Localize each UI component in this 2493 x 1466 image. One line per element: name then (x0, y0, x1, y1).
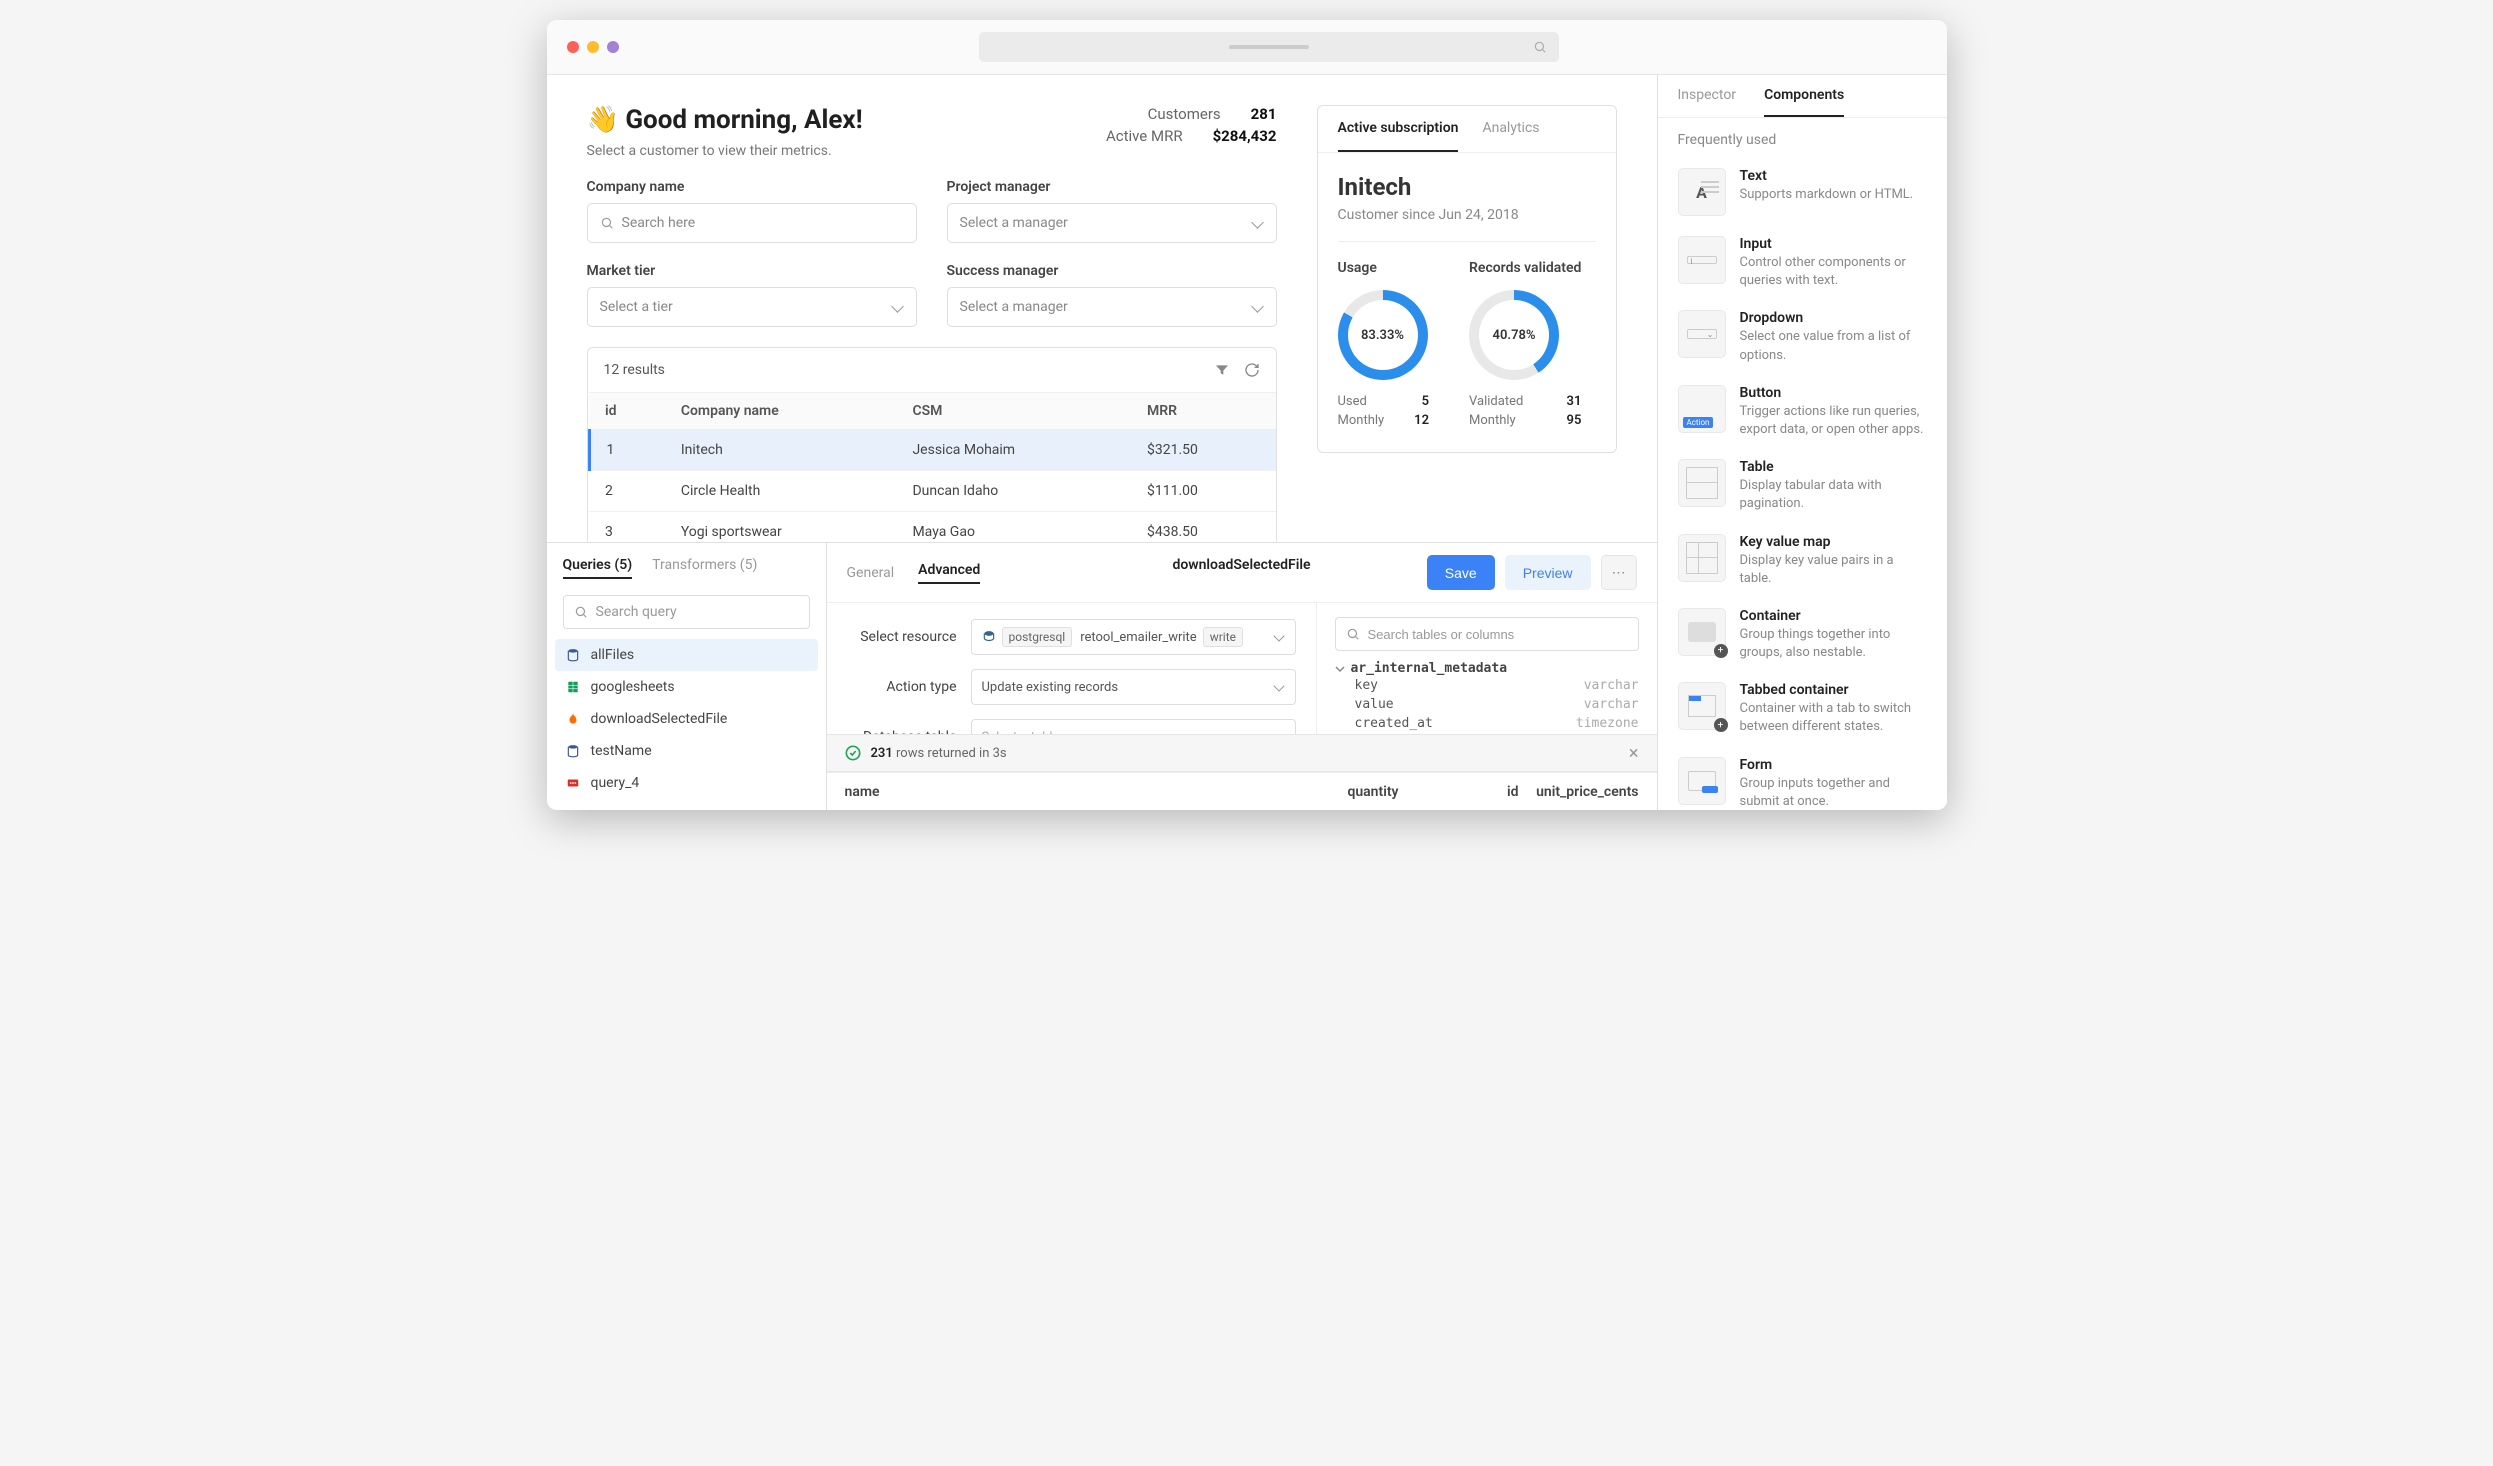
save-button[interactable]: Save (1427, 555, 1495, 590)
summary-stats: Customers281 Active MRR$284,432 (1106, 105, 1277, 149)
maximize-icon[interactable] (607, 41, 619, 53)
company-label: Company name (587, 179, 917, 195)
chevron-down-icon (1335, 664, 1345, 674)
search-icon (574, 605, 588, 619)
refresh-icon[interactable] (1244, 362, 1260, 378)
component-thumb (1678, 534, 1726, 582)
customer-since: Customer since Jun 24, 2018 (1338, 207, 1596, 242)
customer-detail-card: Active subscription Analytics Initech Cu… (1317, 105, 1617, 453)
page-title: 👋 Good morning, Alex! (587, 105, 863, 135)
usage-chart: 83.33% (1338, 290, 1428, 380)
component-thumb: Action (1678, 385, 1726, 433)
query-item-downloadSelectedFile[interactable]: downloadSelectedFile (555, 703, 818, 735)
query-item-allFiles[interactable]: allFiles (555, 639, 818, 671)
component-button[interactable]: ActionButtonTrigger actions like run que… (1678, 375, 1927, 449)
queries-panel: Queries (5) Transformers (5) Search quer… (547, 543, 827, 810)
component-input[interactable]: IInputControl other components or querie… (1678, 226, 1927, 300)
action-type-select[interactable]: Update existing records (971, 669, 1296, 705)
component-thumb (1678, 757, 1726, 805)
fire-icon (565, 711, 581, 727)
component-table[interactable]: TableDisplay tabular data with paginatio… (1678, 449, 1927, 523)
tab-analytics[interactable]: Analytics (1482, 106, 1539, 152)
tab-transformers[interactable]: Transformers (5) (652, 557, 757, 579)
tier-label: Market tier (587, 263, 917, 279)
pm-label: Project manager (947, 179, 1277, 195)
page-subtitle: Select a customer to view their metrics. (587, 143, 863, 159)
titlebar (547, 20, 1947, 75)
component-container[interactable]: +ContainerGroup things together into gro… (1678, 598, 1927, 672)
schema-column[interactable]: valuevarchar (1335, 695, 1639, 714)
window-controls (567, 41, 619, 53)
schema-column[interactable]: created_attimezone (1335, 714, 1639, 733)
minimize-icon[interactable] (587, 41, 599, 53)
component-thumb (1678, 459, 1726, 507)
filter-icon[interactable] (1214, 362, 1230, 378)
db-icon (565, 743, 581, 759)
tab-queries[interactable]: Queries (5) (563, 557, 633, 579)
company-search-input[interactable]: Search here (587, 203, 917, 243)
customer-name: Initech (1338, 173, 1596, 201)
component-tabbed-container[interactable]: +Tabbed containerContainer with a tab to… (1678, 672, 1927, 746)
query-item-query_4[interactable]: query_4 (555, 767, 818, 799)
component-text[interactable]: ATextSupports markdown or HTML. (1678, 158, 1927, 226)
db-icon (565, 647, 581, 663)
component-form[interactable]: FormGroup inputs together and submit at … (1678, 747, 1927, 810)
records-chart: 40.78% (1469, 290, 1559, 380)
customers-table: id Company name CSM MRR 1InitechJessica … (588, 392, 1276, 542)
tab-advanced[interactable]: Advanced (918, 562, 980, 584)
tab-active-subscription[interactable]: Active subscription (1338, 106, 1459, 152)
tab-components[interactable]: Components (1764, 87, 1844, 117)
schema-search-input[interactable]: Search tables or columns (1335, 617, 1639, 651)
table-row[interactable]: 2Circle HealthDuncan Idaho$111.00 (589, 471, 1276, 512)
query-item-googlesheets[interactable]: googlesheets (555, 671, 818, 703)
app-window: 👋 Good morning, Alex! Select a customer … (547, 20, 1947, 810)
close-icon[interactable] (567, 41, 579, 53)
tab-inspector[interactable]: Inspector (1678, 87, 1737, 117)
component-dropdown[interactable]: ⌄DropdownSelect one value from a list of… (1678, 300, 1927, 374)
editor-panel: General Advanced downloadSelectedFile Sa… (827, 543, 1657, 810)
editor-title: downloadSelectedFile (1172, 557, 1310, 573)
results-table-card: 12 results id Company name CSM (587, 347, 1277, 542)
search-icon (1533, 40, 1547, 54)
close-toast-button[interactable]: × (1629, 743, 1639, 764)
results-count: 12 results (604, 362, 665, 378)
global-search[interactable] (979, 32, 1559, 62)
sm-label: Success manager (947, 263, 1277, 279)
schema-column[interactable]: keyvarchar (1335, 676, 1639, 695)
right-sidebar: Inspector Components Frequently used ATe… (1657, 75, 1947, 810)
more-button[interactable]: ⋯ (1601, 555, 1637, 590)
component-thumb: A (1678, 168, 1726, 216)
api-icon (565, 775, 581, 791)
tab-general[interactable]: General (847, 565, 895, 581)
project-manager-select[interactable]: Select a manager (947, 203, 1277, 243)
search-icon (1346, 627, 1360, 641)
query-search-input[interactable]: Search query (563, 595, 810, 629)
market-tier-select[interactable]: Select a tier (587, 287, 917, 327)
sidebar-heading: Frequently used (1658, 118, 1947, 158)
sheet-icon (565, 679, 581, 695)
component-thumb: ⌄ (1678, 310, 1726, 358)
table-row[interactable]: 3Yogi sportswearMaya Gao$438.50 (589, 512, 1276, 543)
search-icon (600, 216, 614, 230)
status-toast: 231 rows returned in 3s × (827, 734, 1657, 772)
results-header: name quantity id unit_price_cents (827, 772, 1657, 810)
preview-button[interactable]: Preview (1505, 555, 1591, 590)
schema-table-node[interactable]: ar_internal_metadata (1335, 661, 1639, 676)
postgres-icon (982, 630, 996, 644)
table-row[interactable]: 1InitechJessica Mohaim$321.50 (589, 430, 1276, 471)
component-thumb: I (1678, 236, 1726, 284)
query-item-testName[interactable]: testName (555, 735, 818, 767)
success-manager-select[interactable]: Select a manager (947, 287, 1277, 327)
resource-select[interactable]: postgresql retool_emailer_write write (971, 619, 1296, 655)
check-icon (845, 745, 861, 761)
component-thumb: + (1678, 608, 1726, 656)
component-thumb: + (1678, 682, 1726, 730)
component-key-value-map[interactable]: Key value mapDisplay key value pairs in … (1678, 524, 1927, 598)
